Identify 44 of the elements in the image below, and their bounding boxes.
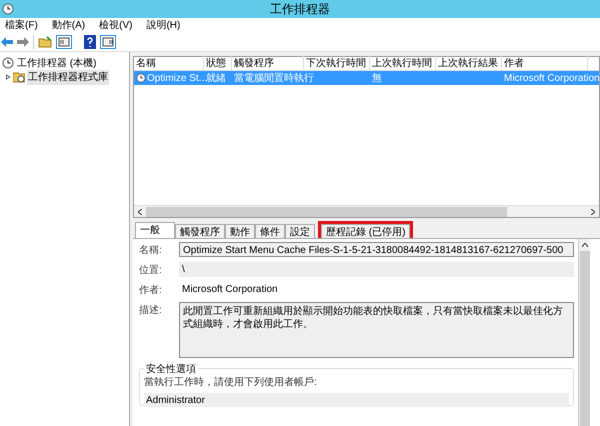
account-prompt: 當執行工作時，請使用下列使用者帳戶: <box>144 376 318 390</box>
field-label: 名稱: <box>139 244 163 258</box>
help-icon[interactable] <box>84 34 96 48</box>
tab[interactable]: 一般 <box>135 222 175 238</box>
location-field: \ <box>179 262 574 277</box>
folder-icon[interactable] <box>38 36 52 48</box>
horizontal-scrollbar[interactable] <box>134 205 599 217</box>
scroll-up-icon[interactable] <box>582 243 588 247</box>
scroll-left-icon[interactable] <box>138 208 142 214</box>
table-cell-text: 當電腦閒置時執行 <box>234 72 314 86</box>
expand-arrow-icon[interactable] <box>6 74 11 80</box>
group-title: 安全性選項 <box>144 362 198 377</box>
name-field[interactable]: Optimize Start Menu Cache Files-S-1-5-21-3180084492-1814813167-621270697-500 <box>179 242 574 257</box>
panel-icon[interactable] <box>100 34 116 48</box>
description-box[interactable]: 此閒置工作可重新組織用於顯示開始功能表的快取檔案，只有當快取檔案未以最佳化方式組織時，才會啟用此工作。 <box>179 302 574 358</box>
vertical-scrollbar[interactable] <box>578 239 590 426</box>
menu-item[interactable]: 檢視(V) <box>99 18 132 32</box>
tree-item[interactable]: 工作排程器 (本機) <box>16 56 98 70</box>
tree-item[interactable]: 工作排程器程式庫 <box>27 70 109 84</box>
panel-icon[interactable] <box>56 34 72 48</box>
clock-icon <box>136 73 146 83</box>
folder-clock-icon <box>13 71 25 83</box>
tab[interactable]: 動作 <box>225 224 255 238</box>
account-field: Administrator <box>144 393 569 407</box>
field-label: 位置: <box>139 264 163 278</box>
clock-icon <box>2 3 14 15</box>
field-label: 描述: <box>139 304 163 318</box>
tab[interactable]: 條件 <box>255 224 285 238</box>
table-cell-text: 無 <box>372 72 382 86</box>
tab[interactable]: 設定 <box>285 224 315 238</box>
menu-item[interactable]: 動作(A) <box>52 18 86 32</box>
table-cell-text: Microsoft Corporation <box>504 72 600 86</box>
window-title: 工作排程器 <box>270 1 330 18</box>
back-arrow-icon[interactable] <box>1 36 13 46</box>
forward-arrow-icon[interactable] <box>17 36 29 46</box>
field-label: 作者: <box>139 284 163 298</box>
table-cell-text: 就緒 <box>206 72 226 86</box>
table-cell-text: Optimize St... <box>147 72 208 86</box>
author-value: Microsoft Corporation <box>181 283 279 297</box>
tab[interactable]: 觸發程序 <box>175 224 225 238</box>
menu-item[interactable]: 檔案(F) <box>5 18 38 32</box>
tab[interactable]: 歷程記錄 (已停用) <box>321 224 410 238</box>
menu-item[interactable]: 說明(H) <box>146 18 180 32</box>
scroll-right-icon[interactable] <box>591 208 595 214</box>
